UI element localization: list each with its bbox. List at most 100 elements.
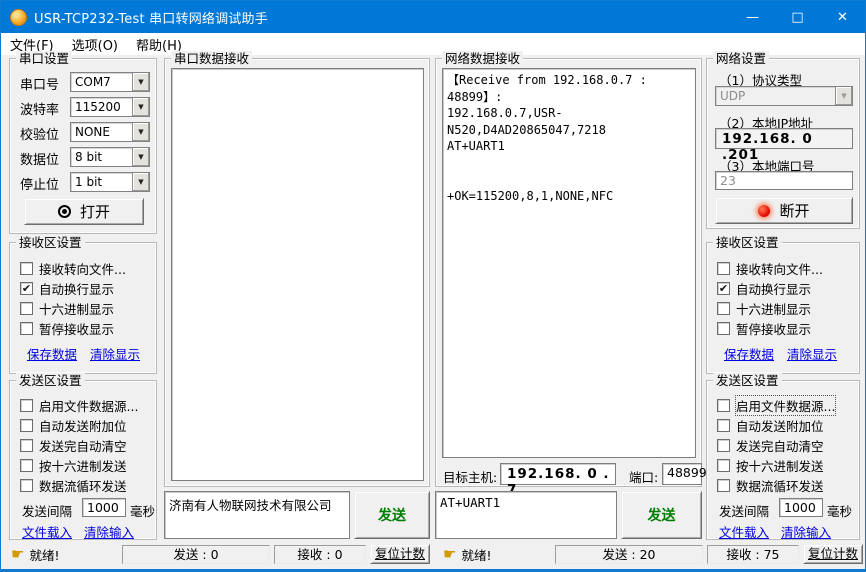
clear-display-link[interactable]: 清除显示	[787, 344, 837, 363]
group-title: 接收区设置	[16, 235, 85, 250]
checkbox-label: 自动换行显示	[736, 279, 811, 298]
combo-value: UDP	[716, 87, 835, 105]
checkbox-label: 暂停接收显示	[736, 319, 811, 338]
checkbox-box[interactable]: ✔	[717, 282, 730, 295]
checkbox-box[interactable]	[717, 302, 730, 315]
checkbox-box[interactable]	[20, 399, 33, 412]
parity-select[interactable]: NONE ▼	[70, 122, 150, 142]
checkbox-recv-to-file[interactable]: 接收转向文件...	[717, 260, 823, 276]
checkbox-box[interactable]	[717, 479, 730, 492]
target-host-input[interactable]: 192.168. 0 . 7	[500, 463, 616, 485]
checkbox-send-hex[interactable]: 按十六进制发送	[20, 457, 127, 473]
window-title: USR-TCP232-Test 串口转网络调试助手	[34, 8, 268, 27]
checkbox-label: 数据流循环发送	[736, 476, 824, 495]
menu-options[interactable]: 选项(O)	[63, 33, 127, 55]
connected-indicator-icon	[758, 205, 770, 217]
checkbox-auto-newline[interactable]: ✔ 自动换行显示	[20, 280, 114, 296]
combo-value: NONE	[71, 123, 132, 141]
serial-status-bar: ☛ 就绪! 发送 : 0 接收 : 0 复位计数	[3, 541, 432, 567]
maximize-button[interactable]: □	[775, 1, 820, 33]
baud-rate-select[interactable]: 115200 ▼	[70, 97, 150, 117]
checkbox-pause-recv[interactable]: 暂停接收显示	[20, 320, 114, 336]
checkbox-auto-append[interactable]: 自动发送附加位	[20, 417, 127, 433]
local-ip-input[interactable]: 192.168. 0 .201	[715, 128, 853, 149]
checkbox-box[interactable]	[20, 439, 33, 452]
checkbox-box[interactable]	[20, 419, 33, 432]
load-file-link[interactable]: 文件载入	[719, 522, 769, 541]
checkbox-clear-after-send[interactable]: 发送完自动清空	[717, 437, 824, 453]
checkbox-box[interactable]	[717, 439, 730, 452]
disconnect-button[interactable]: 断开	[715, 197, 853, 224]
checkbox-label: 十六进制显示	[736, 299, 811, 318]
reset-count-button[interactable]: 复位计数	[803, 544, 863, 564]
send-interval-label: 发送间隔	[22, 501, 72, 520]
send-interval-input[interactable]: 1000	[779, 498, 823, 517]
chevron-down-icon[interactable]: ▼	[132, 173, 149, 191]
clear-input-link[interactable]: 清除输入	[84, 522, 134, 541]
open-serial-button[interactable]: 打开	[24, 198, 144, 225]
checkbox-loop-send[interactable]: 数据流循环发送	[717, 477, 824, 493]
chevron-down-icon[interactable]: ▼	[132, 148, 149, 166]
checkbox-auto-newline[interactable]: ✔ 自动换行显示	[717, 280, 811, 296]
serial-send-textarea[interactable]: 济南有人物联网技术有限公司	[164, 491, 350, 539]
checkbox-box[interactable]	[717, 399, 730, 412]
checkbox-pause-recv[interactable]: 暂停接收显示	[717, 320, 811, 336]
close-button[interactable]: ✕	[820, 1, 865, 33]
group-title: 发送区设置	[713, 373, 782, 388]
checkbox-hex-display[interactable]: 十六进制显示	[717, 300, 811, 316]
checkbox-label: 发送完自动清空	[736, 436, 824, 455]
network-settings-group: 网络设置 （1）协议类型 UDP ▼ （2）本地IP地址 192.168. 0 …	[706, 58, 860, 229]
checkbox-box[interactable]	[20, 322, 33, 335]
checkbox-recv-to-file[interactable]: 接收转向文件...	[20, 260, 126, 276]
clear-input-link[interactable]: 清除输入	[781, 522, 831, 541]
window-controls: — □ ✕	[730, 1, 865, 33]
chevron-down-icon[interactable]: ▼	[132, 73, 149, 91]
checkbox-hex-display[interactable]: 十六进制显示	[20, 300, 114, 316]
local-port-input[interactable]: 23	[715, 171, 853, 190]
checkbox-box[interactable]	[20, 262, 33, 275]
checkbox-clear-after-send[interactable]: 发送完自动清空	[20, 437, 127, 453]
serial-settings-group: 串口设置 串口号 COM7 ▼ 波特率 115200 ▼ 校验位 NONE ▼ …	[9, 58, 157, 234]
send-interval-input[interactable]: 1000	[82, 498, 126, 517]
checkbox-box[interactable]	[717, 459, 730, 472]
save-data-link[interactable]: 保存数据	[27, 344, 77, 363]
checkbox-label: 启用文件数据源...	[736, 396, 835, 415]
group-title: 串口数据接收	[171, 51, 252, 66]
sent-count-panel: 发送 : 0	[122, 545, 270, 564]
checkbox-box[interactable]	[717, 419, 730, 432]
serial-port-select[interactable]: COM7 ▼	[70, 72, 150, 92]
target-port-input[interactable]: 48899	[662, 463, 702, 485]
load-file-link[interactable]: 文件载入	[22, 522, 72, 541]
checkbox-loop-send[interactable]: 数据流循环发送	[20, 477, 127, 493]
save-data-link[interactable]: 保存数据	[724, 344, 774, 363]
serial-send-button[interactable]: 发送	[354, 491, 430, 539]
serial-recv-textarea[interactable]	[171, 68, 424, 481]
baud-rate-label: 波特率	[20, 99, 59, 118]
checkbox-box[interactable]	[717, 262, 730, 275]
checkbox-send-hex[interactable]: 按十六进制发送	[717, 457, 824, 473]
chevron-down-icon[interactable]: ▼	[132, 98, 149, 116]
checkbox-file-source[interactable]: 启用文件数据源...	[717, 397, 835, 413]
checkbox-file-source[interactable]: 启用文件数据源...	[20, 397, 138, 413]
minimize-button[interactable]: —	[730, 1, 775, 33]
send-interval-label: 发送间隔	[719, 501, 769, 520]
checkbox-auto-append[interactable]: 自动发送附加位	[717, 417, 824, 433]
checkbox-box[interactable]	[717, 322, 730, 335]
reset-count-button[interactable]: 复位计数	[370, 544, 430, 564]
combo-value: 8 bit	[71, 148, 132, 166]
chevron-down-icon[interactable]: ▼	[132, 123, 149, 141]
clear-display-link[interactable]: 清除显示	[90, 344, 140, 363]
network-send-textarea[interactable]: AT+UART1	[435, 491, 617, 539]
sent-count-panel: 发送 : 20	[555, 545, 703, 564]
checkbox-box[interactable]	[20, 302, 33, 315]
checkbox-box[interactable]: ✔	[20, 282, 33, 295]
serial-recv-settings-group: 接收区设置 接收转向文件... ✔ 自动换行显示 十六进制显示 暂停接收显示 保…	[9, 242, 157, 374]
network-status-bar: ☛ 就绪! 发送 : 20 接收 : 75 复位计数	[435, 541, 865, 567]
data-bits-select[interactable]: 8 bit ▼	[70, 147, 150, 167]
network-send-button[interactable]: 发送	[621, 491, 702, 539]
network-recv-textarea[interactable]: 【Receive from 192.168.0.7 : 48899】: 192.…	[442, 68, 696, 458]
checkbox-box[interactable]	[20, 479, 33, 492]
target-port-label: 端口:	[629, 467, 658, 486]
stop-bits-select[interactable]: 1 bit ▼	[70, 172, 150, 192]
checkbox-box[interactable]	[20, 459, 33, 472]
